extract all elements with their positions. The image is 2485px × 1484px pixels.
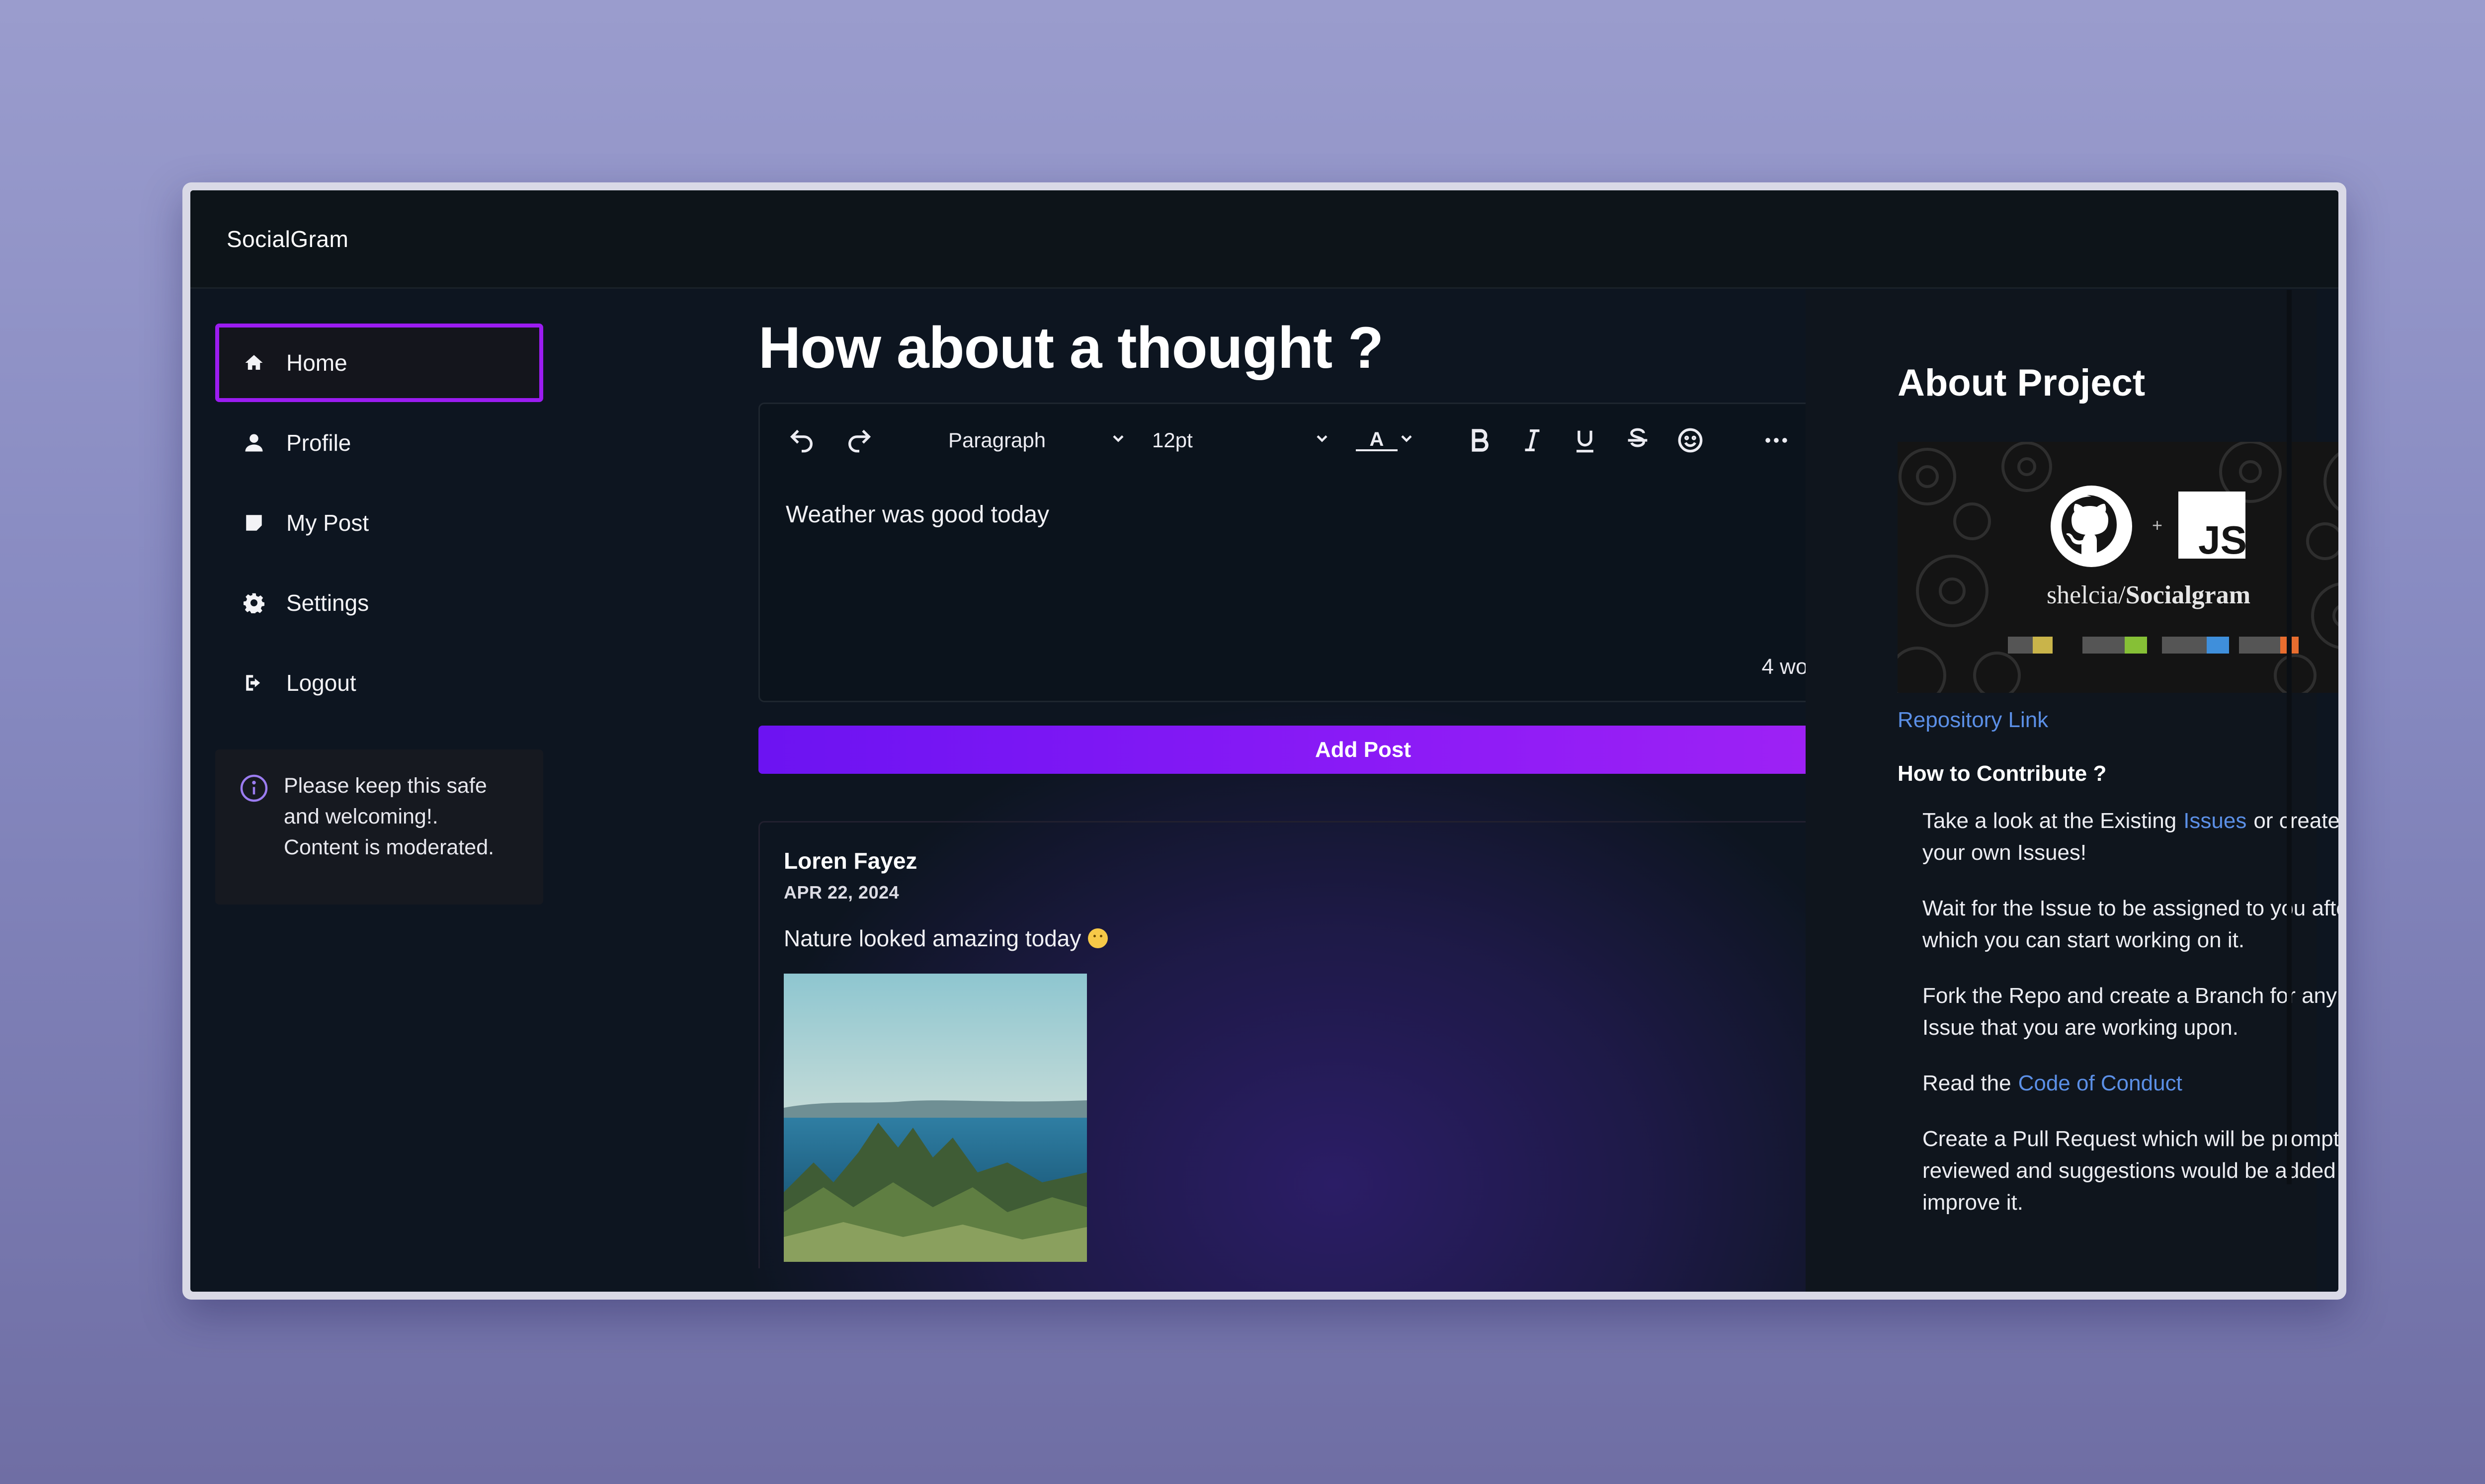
- contribute-heading: How to Contribute ?: [1898, 761, 2107, 786]
- more-options-button[interactable]: [1762, 426, 1791, 455]
- main-feed: How about a thought ? Paragraph 12pt A W…: [758, 311, 1968, 1268]
- app-window: SocialGram Home Profile My Post Settings…: [190, 190, 2338, 1292]
- emoji-icon: [1678, 428, 1703, 452]
- bold-button[interactable]: [1465, 426, 1494, 455]
- text-color-button[interactable]: A: [1356, 428, 1415, 452]
- block-format-value: Paragraph: [948, 428, 1046, 452]
- block-format-select[interactable]: Paragraph: [948, 428, 1127, 452]
- notice-text: Please keep this safe and welcoming!. Co…: [284, 774, 495, 859]
- strikethrough-button[interactable]: [1623, 426, 1652, 455]
- text-color-icon: A: [1356, 429, 1398, 451]
- contribution-step: Fork the Repo and create a Branch for an…: [1922, 984, 2337, 1040]
- project-banner: + JS shelcia/Socialgram: [1898, 442, 2338, 693]
- sidebar-item-settings[interactable]: Settings: [215, 564, 543, 642]
- sidebar-item-label: Profile: [286, 430, 351, 456]
- svg-text:shelcia/Socialgram: shelcia/Socialgram: [2047, 581, 2250, 609]
- strikethrough-icon: [1628, 428, 1648, 447]
- code-of-conduct-link[interactable]: Code of Conduct: [2018, 1071, 2182, 1095]
- post-image[interactable]: [784, 974, 1087, 1262]
- about-panel: About Project + JS shelcia/Socialgram Re…: [1806, 290, 2338, 1292]
- sidebar: Home Profile My Post Settings Logout Ple…: [215, 324, 543, 905]
- banner-repo-owner: shelcia/: [2047, 581, 2126, 609]
- note-icon: [243, 511, 265, 534]
- repository-link[interactable]: Repository Link: [1898, 708, 2048, 733]
- sidebar-item-label: Settings: [286, 590, 369, 616]
- svg-text:JS: JS: [2198, 518, 2247, 562]
- step-text: Take a look at the Existing: [1922, 809, 2177, 833]
- user-icon: [243, 431, 265, 454]
- info-icon: [239, 773, 269, 803]
- sidebar-item-logout[interactable]: Logout: [215, 644, 543, 722]
- issues-link[interactable]: Issues: [2183, 809, 2246, 833]
- chevron-down-icon: [1398, 428, 1415, 452]
- redo-icon: [848, 429, 871, 452]
- sidebar-item-profile[interactable]: Profile: [215, 404, 543, 482]
- about-scrollbar[interactable]: [2287, 290, 2292, 1184]
- sidebar-item-label: Logout: [286, 670, 356, 696]
- underline-button[interactable]: [1571, 426, 1599, 455]
- page-title: How about a thought ?: [758, 315, 1384, 381]
- font-size-value: 12pt: [1152, 428, 1193, 452]
- editor-content[interactable]: Weather was good today: [786, 501, 1049, 528]
- font-size-select[interactable]: 12pt: [1152, 428, 1331, 452]
- emoji-button[interactable]: [1676, 426, 1705, 455]
- redo-button[interactable]: [845, 426, 874, 455]
- logout-icon: [243, 671, 265, 694]
- contribution-steps: Take a look at the Existing Issues or crea…: [1898, 805, 2338, 1219]
- underline-icon: [1576, 430, 1593, 452]
- banner-repo-name: Socialgram: [2126, 581, 2250, 609]
- undo-button[interactable]: [787, 426, 816, 455]
- contribution-step: Take a look at the Existing Issues or crea…: [1922, 805, 2338, 869]
- step-text: Read the: [1922, 1071, 2011, 1095]
- chevron-down-icon: [1109, 428, 1127, 452]
- home-icon: [243, 351, 265, 374]
- chevron-down-icon: [1313, 428, 1331, 452]
- sidebar-item-label: Home: [286, 350, 347, 376]
- post-text: Nature looked amazing today: [784, 925, 1081, 951]
- about-title: About Project: [1898, 362, 2146, 404]
- sidebar-item-home[interactable]: Home: [215, 324, 543, 402]
- gear-icon: [243, 591, 265, 614]
- contribution-step: Create a Pull Request which will be prom…: [1922, 1127, 2338, 1215]
- moderation-notice: Please keep this safe and welcoming!. Co…: [215, 749, 543, 905]
- italic-button[interactable]: [1518, 426, 1547, 455]
- top-bar: SocialGram: [190, 190, 2338, 289]
- undo-icon: [790, 429, 813, 452]
- brand-logo-text[interactable]: SocialGram: [227, 226, 348, 252]
- sidebar-item-my-post[interactable]: My Post: [215, 484, 543, 562]
- post-date: APR 22, 2024: [784, 882, 900, 903]
- browser-frame: SocialGram Home Profile My Post Settings…: [182, 182, 2346, 1300]
- post-author[interactable]: Loren Fayez: [784, 847, 1942, 874]
- smiley-emoji-icon: [1088, 928, 1108, 948]
- add-post-button[interactable]: Add Post: [758, 726, 1968, 774]
- svg-text:+: +: [2152, 515, 2162, 535]
- bold-icon: [1472, 428, 1489, 452]
- post-editor: Paragraph 12pt A Weather was good today …: [758, 403, 1968, 702]
- post-text-row: Nature looked amazing today: [784, 925, 1942, 952]
- more-icon: [1765, 437, 1787, 443]
- italic-icon: [1525, 429, 1540, 451]
- contribution-step: Wait for the Issue to be assigned to you…: [1922, 896, 2338, 952]
- contribution-step: Read the Code of Conduct: [1922, 1068, 2338, 1099]
- post-card: Loren Fayez APR 22, 2024 Nature looked a…: [758, 821, 1968, 1268]
- editor-toolbar: Paragraph 12pt A: [760, 404, 1966, 476]
- sidebar-item-label: My Post: [286, 510, 369, 536]
